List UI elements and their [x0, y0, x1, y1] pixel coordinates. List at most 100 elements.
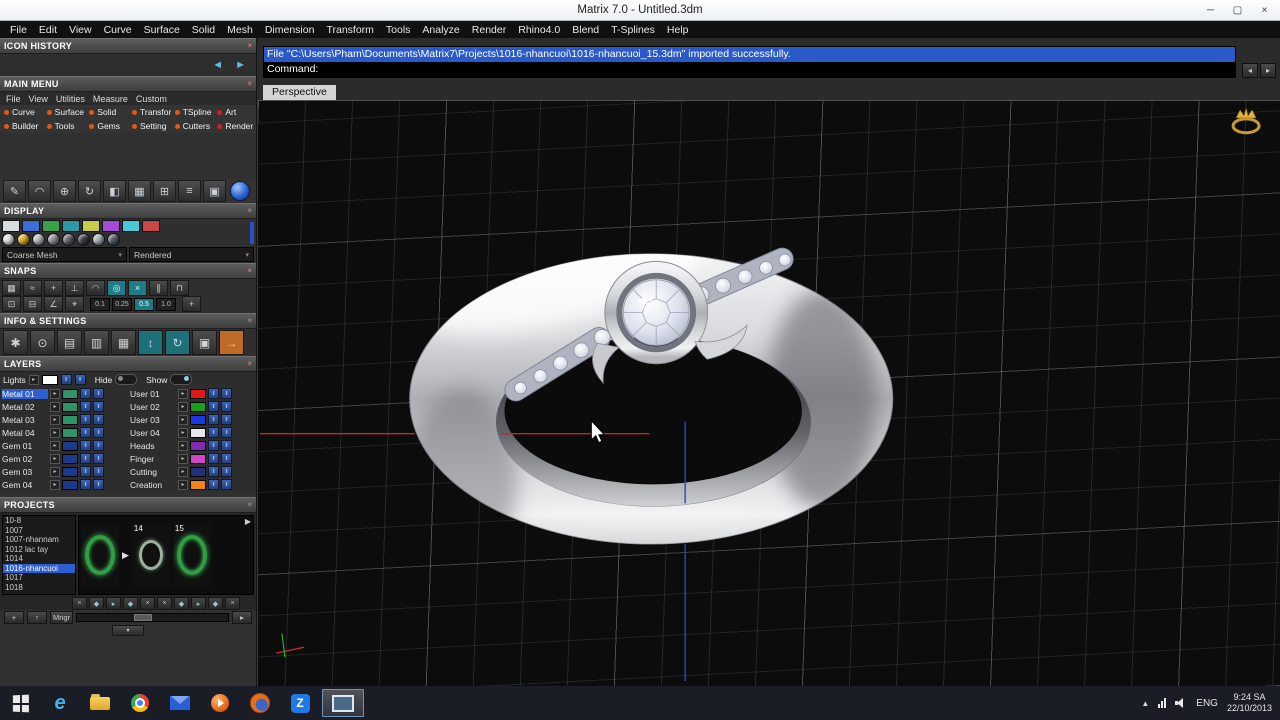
near-snap-icon[interactable]: ≈ [23, 280, 42, 296]
layer-state-button[interactable] [221, 453, 232, 464]
scroll-left-icon[interactable]: ◂ [1242, 63, 1258, 78]
monitor-icon[interactable]: ▤ [57, 330, 82, 355]
layer-row[interactable]: Gem 03 [0, 465, 128, 478]
project-item[interactable]: 1016-nhancuoi [3, 564, 75, 574]
pencil-icon[interactable]: ✎ [3, 180, 26, 202]
menu-item[interactable]: Edit [33, 24, 63, 36]
play-thumb-icon[interactable]: ▸ [191, 597, 206, 610]
main-menu-tab[interactable]: Utilities [56, 94, 85, 104]
command-prompt-line[interactable]: Command: [264, 62, 1235, 77]
layer-row[interactable]: Metal 01 [0, 387, 128, 400]
layer-expand-arrow[interactable] [178, 428, 188, 438]
maximize-button[interactable]: ▢ [1224, 1, 1251, 20]
layer-expand-arrow[interactable] [50, 441, 60, 451]
explorer-taskbar-icon[interactable] [80, 686, 120, 720]
midpoint-snap-icon[interactable]: ⊟ [23, 296, 42, 312]
grid-icon[interactable]: ▦ [128, 180, 151, 202]
layer-state-button[interactable] [93, 440, 104, 451]
play-icon[interactable]: ▶ [122, 550, 129, 561]
next-thumbnails-icon[interactable]: ▶ [245, 517, 251, 526]
layer-state-button[interactable] [208, 388, 219, 399]
layer-state-button[interactable] [93, 427, 104, 438]
layer-row[interactable]: Creation [128, 478, 256, 491]
layer-state-button[interactable] [93, 401, 104, 412]
zalo-taskbar-icon[interactable]: Z [280, 686, 320, 720]
menu-item[interactable]: Solid [186, 24, 221, 36]
layer-color-swatch[interactable] [62, 454, 78, 464]
close-section-icon[interactable] [247, 207, 252, 215]
main-menu-tab[interactable]: File [6, 94, 21, 104]
grid-snap-icon[interactable]: ▦ [2, 280, 21, 296]
gem-thumb-icon[interactable]: ◆ [89, 597, 104, 610]
menu-item[interactable]: Transform [320, 24, 379, 36]
layer-row[interactable]: Metal 04 [0, 426, 128, 439]
angle-snap-icon[interactable]: ∠ [44, 296, 63, 312]
ie-taskbar-icon[interactable]: e [40, 686, 80, 720]
layer-name[interactable]: Finger [130, 454, 176, 464]
layer-state-button[interactable] [221, 414, 232, 425]
main-menu-button[interactable]: Builder [0, 119, 43, 133]
drive-icon[interactable]: ▥ [84, 330, 109, 355]
layer-expand-arrow[interactable] [50, 415, 60, 425]
layer-row[interactable]: User 03 [128, 413, 256, 426]
snap-target-icon[interactable]: ⊕ [53, 180, 76, 202]
rotate-icon[interactable]: ↻ [78, 180, 101, 202]
material-sphere-icon[interactable] [17, 233, 30, 246]
menu-item[interactable]: View [63, 24, 98, 36]
tab-perspective[interactable]: Perspective [263, 85, 336, 100]
display-mode-icon[interactable] [42, 220, 60, 232]
refresh-icon[interactable]: ↻ [165, 330, 190, 355]
menu-item[interactable]: Analyze [416, 24, 465, 36]
list-icon[interactable]: ≡ [178, 180, 201, 202]
layer-color-swatch[interactable] [62, 480, 78, 490]
gem-thumb-icon[interactable]: ◆ [123, 597, 138, 610]
ortho-snap-icon[interactable]: ⊓ [170, 280, 189, 296]
layer-row[interactable]: Gem 02 [0, 452, 128, 465]
command-input[interactable] [322, 62, 1232, 77]
material-sphere-icon[interactable] [92, 233, 105, 246]
material-sphere-icon[interactable] [32, 233, 45, 246]
layer-name[interactable]: User 02 [130, 402, 176, 412]
point-snap-icon[interactable]: + [44, 280, 63, 296]
layer-color-swatch[interactable] [190, 389, 206, 399]
language-indicator[interactable]: ENG [1196, 698, 1218, 709]
intersection-snap-icon[interactable]: × [128, 280, 147, 296]
viewport-3d[interactable] [257, 100, 1280, 686]
layer-state-button[interactable] [75, 374, 86, 385]
hidden-icons-button[interactable] [1141, 699, 1149, 708]
layer-name[interactable]: User 04 [130, 428, 176, 438]
main-menu-button[interactable]: Gems [85, 119, 128, 133]
layer-state-button[interactable] [208, 453, 219, 464]
layer-state-button[interactable] [208, 427, 219, 438]
display-mode-icon[interactable] [102, 220, 120, 232]
layer-row[interactable]: Finger [128, 452, 256, 465]
layer-state-button[interactable] [208, 440, 219, 451]
mail-taskbar-icon[interactable] [160, 686, 200, 720]
main-menu-tab[interactable]: Custom [136, 94, 167, 104]
layer-color-swatch[interactable] [62, 441, 78, 451]
layer-state-button[interactable] [61, 374, 72, 385]
layer-color-swatch[interactable] [62, 428, 78, 438]
play-thumb-icon[interactable]: ▸ [106, 597, 121, 610]
layer-expand-arrow[interactable] [50, 480, 60, 490]
volume-icon[interactable] [1175, 698, 1187, 708]
layer-state-button[interactable] [208, 401, 219, 412]
snap-step-value[interactable]: 0.1 [90, 298, 110, 311]
firefox-taskbar-icon[interactable] [240, 686, 280, 720]
layer-state-button[interactable] [221, 427, 232, 438]
center-snap-icon[interactable]: ◎ [107, 280, 126, 296]
vertex-snap-icon[interactable]: ⊡ [2, 296, 21, 312]
layer-expand-arrow[interactable] [178, 402, 188, 412]
project-item[interactable]: 1014 [3, 554, 75, 564]
scroll-right-button[interactable] [232, 611, 252, 624]
main-menu-button[interactable]: Art [213, 105, 256, 119]
clock[interactable]: 9:24 SA 22/10/2013 [1227, 692, 1272, 714]
hide-toggle[interactable] [115, 374, 137, 385]
main-menu-button[interactable]: Render [213, 119, 256, 133]
layer-name[interactable]: Heads [130, 441, 176, 451]
layer-state-button[interactable] [208, 479, 219, 490]
main-menu-button[interactable]: Setting [128, 119, 171, 133]
rhino-icon[interactable] [230, 181, 250, 201]
layer-name[interactable]: Metal 02 [2, 402, 48, 412]
layer-row[interactable]: User 02 [128, 400, 256, 413]
